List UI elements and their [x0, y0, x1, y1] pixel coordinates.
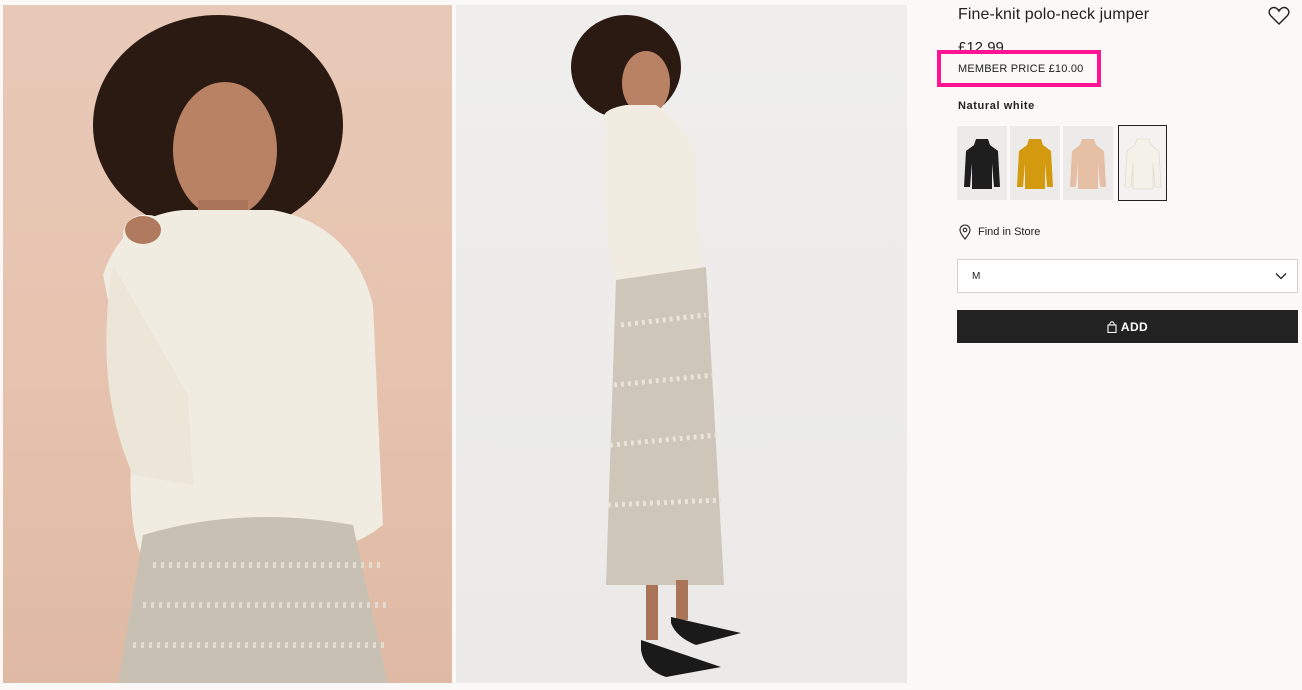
chevron-down-icon [1275, 273, 1287, 280]
swatch-mustard[interactable] [1010, 126, 1060, 200]
swatch-black[interactable] [957, 126, 1007, 200]
size-selected-value: M [972, 270, 981, 282]
swatch-beige[interactable] [1063, 126, 1113, 200]
product-title: Fine-knit polo-neck jumper [958, 6, 1150, 23]
selected-color-name: Natural white [958, 100, 1035, 112]
jumper-thumbnail-natural-white [1124, 138, 1161, 190]
find-in-store-label: Find in Store [978, 226, 1041, 238]
model-illustration-side [571, 15, 741, 677]
product-image-side[interactable] [456, 5, 907, 683]
product-image-front[interactable] [3, 5, 452, 683]
color-swatches [957, 125, 1167, 201]
product-page: Fine-knit polo-neck jumper £12.99 MEMBER… [0, 0, 1302, 690]
member-price-highlight [937, 50, 1101, 87]
size-dropdown[interactable]: M [957, 259, 1298, 293]
favourite-button[interactable] [1268, 6, 1290, 26]
jumper-thumbnail-mustard [1017, 139, 1053, 189]
add-to-bag-button[interactable]: ADD [957, 310, 1298, 343]
find-in-store-link[interactable]: Find in Store [958, 224, 1040, 240]
heart-icon [1268, 6, 1290, 25]
jumper-thumbnail-beige [1070, 139, 1106, 189]
swatch-natural-white[interactable] [1118, 125, 1167, 201]
add-button-label: ADD [1120, 319, 1149, 334]
jumper-thumbnail-black [964, 139, 1000, 189]
model-illustration-front [93, 15, 388, 683]
location-pin-icon [959, 224, 971, 240]
bag-icon [1107, 320, 1117, 333]
